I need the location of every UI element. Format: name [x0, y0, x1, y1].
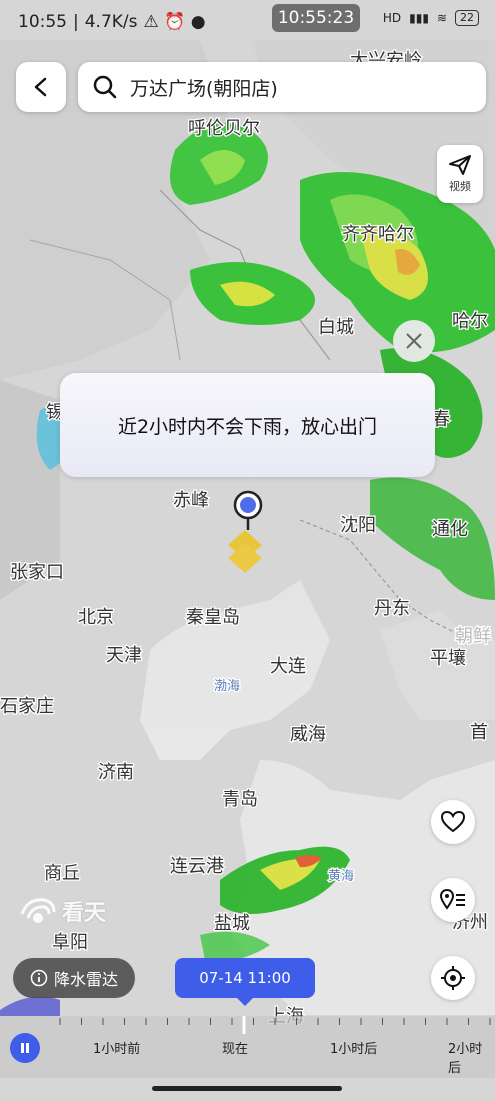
map-label: 白城: [318, 317, 354, 338]
close-tip-button[interactable]: [393, 320, 435, 362]
map-label: 朝鲜: [455, 626, 491, 647]
search-text: 万达广场(朝阳店): [130, 77, 278, 100]
radar-map[interactable]: 大兴安岭呼伦贝尔齐齐哈尔白城 哈尔赤峰沈阳 通化张家口北京 秦皇岛 丹东天津大连 平壤渤海…: [0, 0, 495, 1101]
kantian-logo: 看天: [18, 894, 106, 928]
map-label: 北京: [78, 607, 114, 628]
notification-icons: ⚠ ⏰ ●: [143, 12, 206, 32]
map-label: 哈尔: [452, 311, 488, 332]
status-center-time: 10:55:23: [272, 4, 360, 32]
map-label: 石家庄: [0, 696, 54, 717]
map-label: 丹东: [374, 598, 410, 619]
map-label: 黄海: [328, 869, 354, 884]
favorite-button[interactable]: [431, 800, 475, 844]
rain-forecast-tip: 近2小时内不会下雨，放心出门: [60, 373, 435, 477]
map-label: 威海: [290, 724, 326, 745]
time-tag-label: 07-14 11:00: [199, 969, 291, 987]
top-bar: 万达广场(朝阳店): [16, 60, 486, 116]
map-label: 通化: [432, 519, 468, 540]
search-icon: [93, 75, 117, 99]
status-bar: 10:55 | 4.7K/s ⚠ ⏰ ● 10:55:23 HD ▮▮▮ ≋ 2…: [0, 0, 495, 44]
locate-me-button[interactable]: [431, 956, 475, 1000]
logo-text: 看天: [62, 901, 107, 926]
close-icon: [406, 333, 422, 349]
current-time-tag: 07-14 11:00: [175, 958, 315, 1006]
map-label: 首: [470, 722, 488, 743]
heart-icon: [440, 810, 466, 833]
map-label: 济南: [98, 762, 134, 783]
battery-indicator: 22: [455, 10, 479, 26]
timeline-label-now: 现在: [222, 1042, 249, 1057]
crosshair-icon: [441, 966, 465, 990]
tip-message: 近2小时内不会下雨，放心出门: [117, 415, 378, 438]
map-label: 青岛: [222, 789, 258, 810]
map-label: 沈阳: [340, 515, 376, 536]
map-label: 平壤: [430, 648, 466, 669]
map-label: 阜阳: [52, 932, 88, 953]
map-label: 秦皇岛: [186, 607, 240, 628]
search-field[interactable]: 万达广场(朝阳店): [78, 62, 486, 112]
map-label: 渤海: [214, 678, 240, 694]
back-button[interactable]: [16, 62, 66, 112]
pause-button[interactable]: [10, 1033, 40, 1063]
video-share-button[interactable]: 视频: [437, 145, 483, 203]
legend-label: 降水雷达: [53, 970, 118, 989]
pause-icon: [21, 1043, 29, 1053]
map-label: 赤峰: [173, 490, 209, 511]
timeline-label-2h-after: 2小时后: [448, 1042, 483, 1076]
map-label: 大连: [270, 656, 306, 677]
network-speed: 4.7K/s: [84, 12, 138, 32]
status-time: 10:55: [18, 12, 67, 32]
map-label: 商丘: [44, 863, 80, 884]
send-icon: [449, 155, 471, 175]
timeline-ticks: [59, 1016, 491, 1034]
map-label: 齐齐哈尔: [342, 224, 414, 245]
map-label: 天津: [106, 645, 142, 666]
chevron-left-icon: [34, 77, 47, 97]
signal-label: HD: [382, 11, 402, 25]
info-icon: [30, 969, 48, 987]
logo-mark-icon: [20, 898, 56, 923]
timeline-label-1h-after: 1小时后: [330, 1042, 378, 1057]
location-list-icon: [440, 888, 465, 910]
video-label: 视频: [449, 180, 471, 193]
map-label: 连云港: [170, 856, 224, 877]
map-label: 呼伦贝尔: [188, 118, 260, 139]
precipitation-radar-button[interactable]: 降水雷达: [13, 958, 135, 998]
timeline-bar[interactable]: 1小时前 现在 1小时后 2小时后: [0, 1016, 495, 1078]
layer-list-button[interactable]: [431, 878, 475, 922]
wifi-icon: ≋: [436, 11, 447, 25]
home-indicator[interactable]: [152, 1086, 342, 1091]
map-label: 张家口: [10, 562, 64, 583]
map-label: 盐城: [214, 913, 250, 934]
timeline-label-1h-before: 1小时前: [93, 1042, 141, 1057]
signal-icon: ▮▮▮: [409, 11, 429, 25]
